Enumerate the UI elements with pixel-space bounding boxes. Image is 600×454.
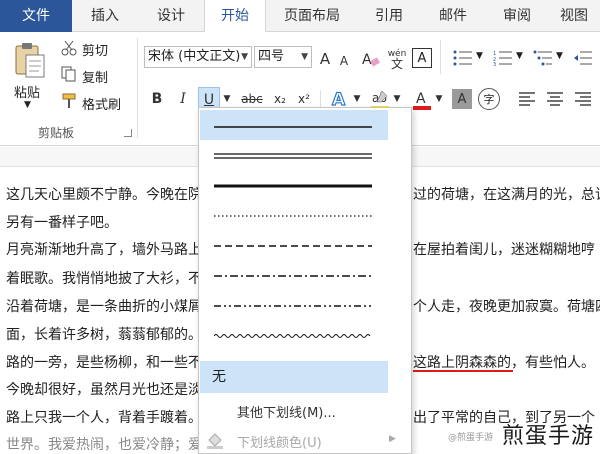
clipboard-launcher-icon[interactable] bbox=[124, 129, 132, 137]
watermark-subtext: @煎蛋手游 bbox=[448, 433, 494, 443]
ribbon-tab-bar: 文件 插入 设计 开始 页面布局 引用 邮件 审阅 视图 bbox=[0, 0, 600, 33]
tab-references[interactable]: 引用 bbox=[358, 0, 420, 32]
grow-font-button[interactable]: A bbox=[316, 47, 334, 71]
font-color-icon[interactable]: A bbox=[410, 87, 434, 113]
more-underlines-option[interactable]: 其他下划线(M)... bbox=[237, 402, 336, 421]
chevron-right-icon: ▶ bbox=[389, 434, 396, 444]
paste-button[interactable]: 粘贴 bbox=[14, 82, 40, 101]
scissors-icon bbox=[60, 39, 78, 57]
copy-icon bbox=[60, 65, 78, 83]
doc-line-3-right: 在屋拍着闺儿，迷迷糊糊地哼 bbox=[413, 242, 595, 258]
doc-line-3: 月亮渐渐地升高了，墙外马路上 bbox=[6, 242, 202, 258]
svg-text:A: A bbox=[416, 91, 426, 107]
doc-line-8: 今晚却很好，虽然月光也还是淡 bbox=[6, 382, 202, 398]
format-painter-icon bbox=[60, 92, 78, 110]
tab-file[interactable]: 文件 bbox=[0, 0, 72, 32]
doc-line-5: 沿着荷塘，是一条曲折的小煤屑 bbox=[6, 299, 202, 315]
chevron-down-icon: ▼ bbox=[301, 52, 308, 62]
shrink-font-button[interactable]: A bbox=[336, 49, 352, 73]
clipboard-group-label: 剪贴板 bbox=[38, 126, 75, 140]
char-shading-button[interactable]: A bbox=[452, 89, 472, 109]
bullets-icon[interactable] bbox=[452, 48, 474, 68]
chevron-down-icon: ▼ bbox=[241, 52, 248, 62]
underline-none-option[interactable]: 无 bbox=[200, 361, 388, 393]
multilevel-list-icon[interactable] bbox=[532, 48, 554, 68]
underline-style-dash-dot[interactable] bbox=[200, 260, 388, 290]
tab-home[interactable]: 开始 bbox=[204, 0, 266, 33]
tab-review[interactable]: 审阅 bbox=[486, 0, 548, 32]
paste-dropdown-icon[interactable]: ▼ bbox=[24, 100, 31, 110]
bold-button[interactable]: B bbox=[146, 87, 168, 111]
font-size-combo[interactable]: 四号 ▼ bbox=[254, 46, 312, 68]
red-underline-mark bbox=[413, 370, 513, 372]
doc-line-10: 世界。我爱热闹，也爱冷静；爱 bbox=[6, 437, 202, 453]
underline-color-option[interactable]: 下划线颜色(U) bbox=[237, 432, 322, 451]
tab-page-layout[interactable]: 页面布局 bbox=[266, 0, 358, 32]
doc-line-6: 面，长着许多树，蓊蓊郁郁的。 bbox=[6, 327, 202, 343]
tab-view[interactable]: 视图 bbox=[548, 0, 600, 32]
italic-button[interactable]: I bbox=[172, 87, 194, 111]
underline-style-double[interactable] bbox=[200, 140, 388, 170]
group-divider bbox=[440, 40, 441, 74]
doc-line-7-right: 这路上阴森森的，有些怕人。 bbox=[413, 355, 595, 371]
chevron-down-icon[interactable]: ▼ bbox=[434, 87, 444, 111]
pinyin-bottom: 文 bbox=[390, 57, 403, 71]
watermark-logo: 煎蛋手游 bbox=[501, 424, 594, 449]
pinyin-guide-icon[interactable]: wén 文 bbox=[386, 46, 408, 72]
underline-style-dashed[interactable] bbox=[200, 230, 388, 260]
chevron-down-icon[interactable]: ▼ bbox=[556, 51, 563, 61]
svg-text:3: 3 bbox=[493, 62, 496, 66]
underline-style-wave[interactable] bbox=[200, 320, 388, 350]
doc-line-7: 路的一旁，是些杨柳，和一些不 bbox=[6, 355, 202, 371]
underline-style-dotted[interactable] bbox=[200, 200, 388, 230]
doc-line-5-right: 个人走，夜晚更加寂寞。荷塘四 bbox=[413, 299, 600, 315]
paste-icon[interactable] bbox=[10, 40, 50, 80]
tab-design[interactable]: 设计 bbox=[138, 0, 204, 32]
chevron-down-icon[interactable]: ▼ bbox=[516, 51, 523, 61]
align-center-icon[interactable] bbox=[544, 88, 566, 110]
underline-style-dash-dot-dot[interactable] bbox=[200, 290, 388, 320]
format-painter-button[interactable]: 格式刷 bbox=[82, 94, 121, 113]
tab-mailings[interactable]: 邮件 bbox=[420, 0, 486, 32]
decrease-indent-icon[interactable] bbox=[572, 48, 594, 68]
font-name-combo[interactable]: 宋体 (中文正文) ▼ bbox=[144, 46, 252, 68]
clear-formatting-icon[interactable]: A bbox=[360, 48, 382, 70]
copy-button[interactable]: 复制 bbox=[82, 67, 108, 86]
doc-line-1: 这几天心里颇不宁静。今晚在院 bbox=[6, 187, 202, 203]
underline-style-menu: 无 其他下划线(M)... 下划线颜色(U) ▶ bbox=[198, 107, 412, 454]
svg-text:A: A bbox=[362, 52, 372, 68]
tab-insert[interactable]: 插入 bbox=[72, 0, 138, 32]
underline-style-thick[interactable] bbox=[200, 170, 388, 200]
enclose-char-button[interactable]: 字 bbox=[478, 88, 500, 110]
numbering-icon[interactable]: 123 bbox=[492, 48, 514, 68]
font-size-value: 四号 bbox=[258, 49, 285, 64]
font-name-value: 宋体 (中文正文) bbox=[148, 49, 241, 64]
doc-line-9: 路上只我一个人，背着手踱着。 bbox=[6, 410, 202, 426]
chevron-down-icon[interactable]: ▼ bbox=[476, 51, 483, 61]
paint-bucket-icon bbox=[205, 430, 225, 450]
doc-line-1-right: 过的荷塘，在这满月的光，总该 bbox=[413, 187, 600, 203]
align-right-icon[interactable] bbox=[572, 88, 594, 110]
underline-style-single[interactable] bbox=[200, 110, 388, 140]
group-divider bbox=[137, 38, 138, 138]
char-border-button[interactable]: A bbox=[412, 48, 432, 68]
doc-line-4: 着眠歌。我悄悄地披了大衫，不 bbox=[6, 271, 202, 287]
cut-button[interactable]: 剪切 bbox=[82, 40, 108, 59]
doc-line-2: 另有一番样子吧。 bbox=[6, 215, 118, 231]
align-left-icon[interactable] bbox=[516, 88, 538, 110]
